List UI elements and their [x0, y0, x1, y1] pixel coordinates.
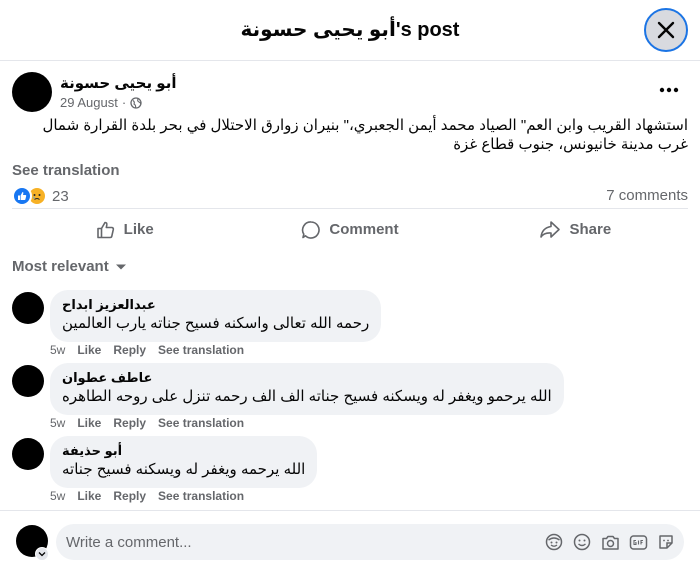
comment-reply-link[interactable]: Reply — [113, 489, 146, 503]
sort-label: Most relevant — [12, 258, 109, 275]
camera-icon[interactable] — [600, 532, 620, 552]
comment-icon — [302, 220, 321, 239]
comments-count-link[interactable]: 7 comments — [606, 187, 688, 204]
post-date[interactable]: 29 August — [60, 95, 118, 110]
comment-text: الله يرحمه ويغفر له ويسكنه فسيح جناته — [62, 461, 306, 478]
thumbs-up-icon — [96, 221, 114, 238]
share-label: Share — [569, 221, 612, 238]
comment-actions: 5w Like Reply See translation — [50, 343, 244, 357]
gif-icon[interactable] — [628, 532, 648, 552]
profile-switch-chevron-icon[interactable] — [35, 547, 49, 561]
comment-text: رحمه الله تعالى واسكنه فسيح جناته يارب ا… — [62, 315, 370, 332]
action-bar: Like Comment Share — [12, 208, 688, 248]
comment-like-link[interactable]: Like — [77, 489, 101, 503]
comment-time[interactable]: 5w — [50, 489, 65, 503]
commenter-name[interactable]: عبدالعزيز ابداح — [62, 297, 369, 313]
avatar-sticker-icon[interactable] — [544, 532, 564, 552]
close-button[interactable] — [644, 8, 688, 52]
more-options-button[interactable] — [654, 78, 684, 102]
like-button[interactable]: Like — [12, 211, 237, 248]
sticker-icon[interactable] — [656, 532, 676, 552]
commenter-avatar[interactable] — [12, 438, 44, 470]
comment-composer — [0, 510, 700, 577]
more-icon — [659, 87, 679, 93]
share-button[interactable]: Share — [463, 211, 688, 248]
emoji-icon[interactable] — [572, 532, 592, 552]
comment-button[interactable]: Comment — [237, 211, 462, 248]
comment-time[interactable]: 5w — [50, 416, 65, 430]
caret-down-icon — [115, 264, 126, 269]
like-label: Like — [123, 221, 154, 238]
comment-like-link[interactable]: Like — [77, 416, 101, 430]
reaction-count: 23 — [52, 187, 69, 205]
comment-like-link[interactable]: Like — [77, 343, 101, 357]
meta-separator: · — [121, 95, 127, 110]
post-header: أبو يحيى حسونة 29 August · — [12, 72, 688, 114]
comment-bubble: عاطف عطوان الله يرحمو ويغفر له ويسكنه فس… — [50, 363, 564, 415]
comment-translate-link[interactable]: See translation — [158, 343, 244, 357]
author-avatar[interactable] — [12, 72, 52, 112]
commenter-name[interactable]: أبو حذيفة — [62, 443, 305, 459]
dialog-title: أبو يحيى حسونة's post — [240, 19, 460, 41]
see-translation-link[interactable]: See translation — [12, 162, 120, 179]
commenter-avatar[interactable] — [12, 365, 44, 397]
dialog-header: أبو يحيى حسونة's post — [0, 0, 700, 61]
post-text: استشهاد القريب وابن العم" الصياد محمد أي… — [42, 117, 688, 153]
composer-tools — [544, 532, 676, 552]
comment-translate-link[interactable]: See translation — [158, 489, 244, 503]
comment-bubble: عبدالعزيز ابداح رحمه الله تعالى واسكنه ف… — [50, 290, 382, 342]
post-meta: 29 August · — [60, 95, 142, 110]
globe-icon — [130, 96, 142, 109]
share-icon — [540, 220, 561, 238]
comment-reply-link[interactable]: Reply — [113, 343, 146, 357]
reactions-summary[interactable]: 23 — [12, 186, 69, 206]
close-icon — [657, 21, 675, 39]
commenter-name[interactable]: عاطف عطوان — [62, 370, 552, 386]
comment-translate-link[interactable]: See translation — [158, 416, 244, 430]
comment-actions: 5w Like Reply See translation — [50, 416, 244, 430]
comment-sort-dropdown[interactable]: Most relevant — [12, 258, 127, 275]
like-reaction-icon — [12, 186, 32, 206]
comment-text: الله يرحمو ويغفر له ويسكنه فسيح جناته ال… — [62, 388, 552, 405]
comment-reply-link[interactable]: Reply — [113, 416, 146, 430]
comment-label: Comment — [329, 221, 399, 238]
commenter-avatar[interactable] — [12, 292, 44, 324]
comment-bubble: أبو حذيفة الله يرحمه ويغفر له ويسكنه فسي… — [50, 436, 318, 488]
comment-actions: 5w Like Reply See translation — [50, 489, 244, 503]
comment-time[interactable]: 5w — [50, 343, 65, 357]
author-name[interactable]: أبو يحيى حسونة — [60, 74, 176, 92]
